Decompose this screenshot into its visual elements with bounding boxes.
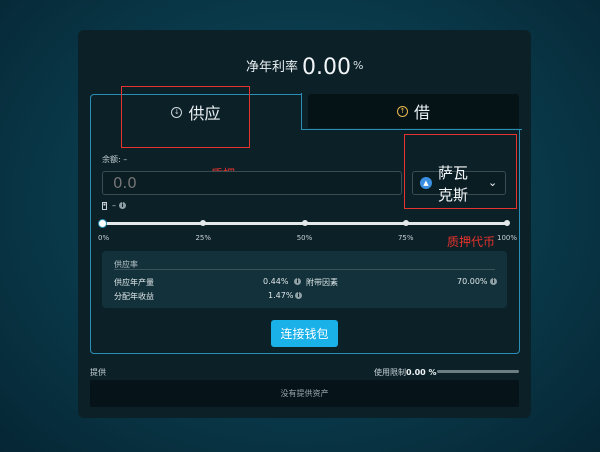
info-panel [102,251,507,308]
net-apy-unit: % [353,59,364,72]
slider-mark[interactable] [504,220,510,226]
asset-select-label: 萨瓦克斯 [438,164,469,204]
borrow-limit-label: 使用限制0.00 % [374,368,437,377]
connect-wallet-button[interactable]: 连接钱包 [271,320,338,347]
avax-logo-icon: ▲ [420,177,432,189]
info-icon[interactable]: i [294,278,301,285]
gas-pump-icon [102,201,107,210]
info-divider [114,269,495,270]
slider-mark-label: 50% [296,234,313,242]
net-apy-value: 0.00 [302,55,351,80]
collateral-factor-label: 附带因素 [306,278,338,287]
annotation-box-supply-tab [121,86,250,148]
tab-borrow-label: 借 [413,103,430,122]
chevron-down-icon[interactable]: ⌄ [488,176,497,189]
supply-apy-label: 供应年产量 [114,278,154,287]
info-icon[interactable]: i [119,202,126,209]
tab-borrow[interactable]: ↑ 借 [308,94,519,128]
arrow-up-circle-icon: ↑ [396,105,408,117]
amount-input[interactable] [102,171,402,195]
slider-mark[interactable] [402,220,409,226]
empty-supply-row: 没有提供资产 [90,380,519,407]
gas-row: – i [102,201,126,210]
collateral-factor-value: 70.00% [457,277,488,286]
borrow-limit-bar [437,370,519,373]
distribution-apy-label: 分配年收益 [114,292,154,301]
slider-mark-label: 25% [195,234,212,242]
net-apy-label: 净年利率 [246,60,299,75]
amount-slider-thumb[interactable] [98,219,107,228]
balance-label: 余额: – [102,155,128,164]
info-icon[interactable]: i [295,292,302,299]
slider-mark[interactable] [301,220,308,226]
slider-mark-label: 75% [397,234,414,242]
supply-apy-value: 0.44% [263,277,289,286]
borrow-limit-value: 0.00 % [406,368,437,377]
distribution-apy-value: 1.47% [268,291,294,300]
slider-mark-label: 0% [98,234,110,242]
supplied-list-label: 提供 [90,368,106,377]
slider-mark-label: 100% [496,234,517,242]
annotation-collateral-token: 质押代币 [447,235,496,249]
gas-value: – [112,201,116,210]
info-icon[interactable]: i [490,278,497,285]
